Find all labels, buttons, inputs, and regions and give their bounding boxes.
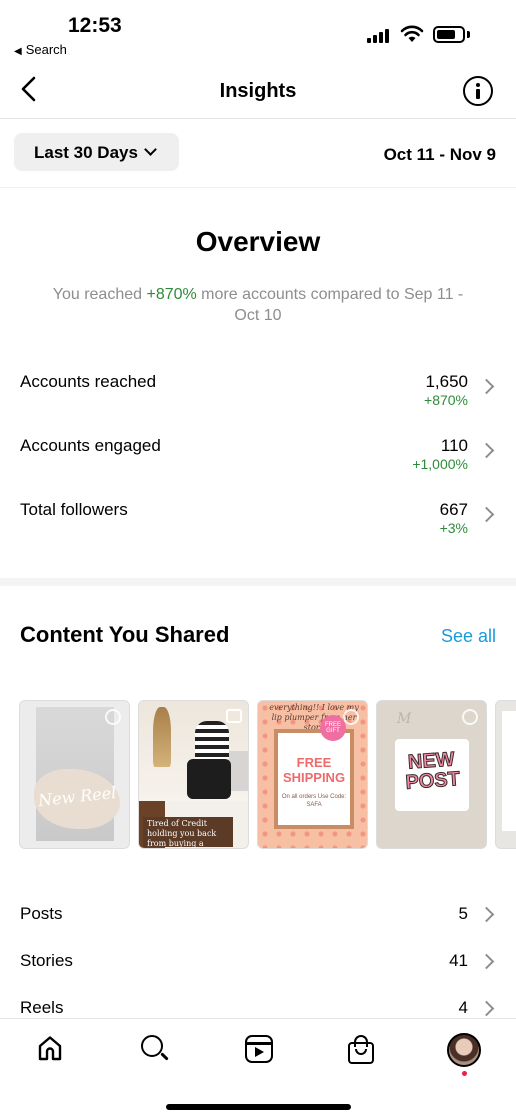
home-icon (38, 1036, 62, 1061)
metric-value: 667 (439, 500, 468, 519)
metric-change: +1,000% (412, 456, 468, 472)
thumbnail-text: NEW POST (404, 748, 461, 794)
overview-heading: Overview (195, 226, 321, 257)
chevron-right-icon (478, 953, 495, 970)
home-tab[interactable] (35, 1033, 69, 1067)
date-range-dropdown-label: Last 30 Days (34, 143, 138, 162)
content-shared-heading: Content You Shared (20, 622, 230, 647)
thumbnail-text: FREE SHIPPING (282, 755, 346, 785)
thumbnail-subtext: On all orders Use Code: SAFA (281, 794, 347, 808)
content-row-stories[interactable]: Stories 41 (0, 947, 516, 977)
overview-summary: You reached +870% more accounts compared… (40, 284, 476, 326)
search-tab[interactable] (139, 1033, 173, 1067)
thumbnail-caption: Tired of Credit holding you back from bu… (143, 817, 233, 848)
chevron-right-icon (478, 1000, 495, 1017)
nav-header: Insights (0, 62, 516, 118)
metric-change: +3% (439, 520, 468, 536)
clock: 12:53 (68, 14, 122, 37)
battery-icon (433, 26, 465, 43)
row-label: Stories (20, 951, 73, 970)
shop-tab[interactable] (345, 1033, 379, 1067)
content-row-posts[interactable]: Posts 5 (0, 900, 516, 930)
content-thumbnail-strip[interactable]: New Reel Tired of Credit holding you bac… (19, 700, 516, 850)
content-thumbnail[interactable]: everything!! I love my lip plumper from … (257, 700, 368, 849)
summary-percent: +870% (146, 286, 197, 303)
row-value: 41 (449, 951, 468, 970)
metric-value: 1,650 (425, 372, 468, 391)
loading-ring-icon (105, 709, 121, 725)
summary-text-before: You reached (52, 286, 147, 303)
metric-label: Accounts reached (20, 372, 157, 391)
content-thumbnail[interactable] (495, 700, 516, 849)
metric-label: Total followers (20, 500, 128, 519)
see-all-link[interactable]: See all (441, 626, 496, 647)
reels-tab[interactable] (243, 1033, 277, 1067)
loading-ring-icon (462, 709, 478, 725)
thumbnail-badge: FREE GIFT (320, 715, 346, 741)
row-label: Reels (20, 998, 64, 1017)
content-thumbnail[interactable]: New Reel (19, 700, 130, 849)
metric-row-accounts-reached[interactable]: Accounts reached 1,650 +870% (0, 372, 516, 420)
chevron-right-icon (478, 506, 495, 523)
chevron-down-icon (144, 143, 157, 156)
section-divider (0, 578, 516, 586)
back-to-app-link[interactable]: ◀ Search (14, 42, 67, 57)
info-icon[interactable] (463, 76, 493, 106)
row-value: 5 (458, 904, 468, 923)
reel-icon (226, 709, 242, 723)
play-icon (255, 1047, 264, 1057)
back-app-label: Search (25, 42, 67, 57)
back-triangle-icon: ◀ (14, 46, 22, 57)
battery-tip (467, 31, 470, 38)
bottom-tab-bar (0, 1018, 516, 1088)
wifi-icon (400, 25, 424, 42)
cellular-signal-icon (367, 28, 389, 43)
date-range-dropdown[interactable]: Last 30 Days (14, 133, 179, 171)
loading-ring-icon (343, 709, 359, 725)
status-bar: 12:53 ◀ Search (0, 0, 516, 62)
home-indicator[interactable] (166, 1104, 351, 1110)
summary-text-after: more accounts compared to Sep 11 - Oct 1… (196, 286, 464, 324)
watermark-icon: M (397, 711, 412, 727)
metric-value: 110 (440, 436, 468, 455)
insights-screen: 12:53 ◀ Search Insights Last 30 Days Oct … (0, 0, 516, 1119)
content-thumbnail[interactable]: M NEW POST (376, 700, 487, 849)
content-thumbnail[interactable]: Tired of Credit holding you back from bu… (138, 700, 249, 849)
metric-row-accounts-engaged[interactable]: Accounts engaged 110 +1,000% (0, 436, 516, 484)
profile-tab[interactable] (447, 1033, 481, 1076)
date-filter-bar: Last 30 Days Oct 11 - Nov 9 (0, 118, 516, 188)
chevron-right-icon (478, 442, 495, 459)
search-icon-handle (160, 1052, 169, 1061)
page-title: Insights (219, 80, 297, 102)
metric-change: +870% (424, 392, 468, 408)
avatar (447, 1033, 481, 1067)
chevron-right-icon (478, 378, 495, 395)
date-range-text: Oct 11 - Nov 9 (383, 145, 496, 164)
notification-dot (462, 1071, 467, 1076)
chevron-right-icon (478, 906, 495, 923)
reels-icon-line (245, 1042, 273, 1045)
metric-label: Accounts engaged (20, 436, 161, 455)
row-value: 4 (458, 998, 468, 1017)
row-label: Posts (20, 904, 63, 923)
metric-row-total-followers[interactable]: Total followers 667 +3% (0, 500, 516, 548)
